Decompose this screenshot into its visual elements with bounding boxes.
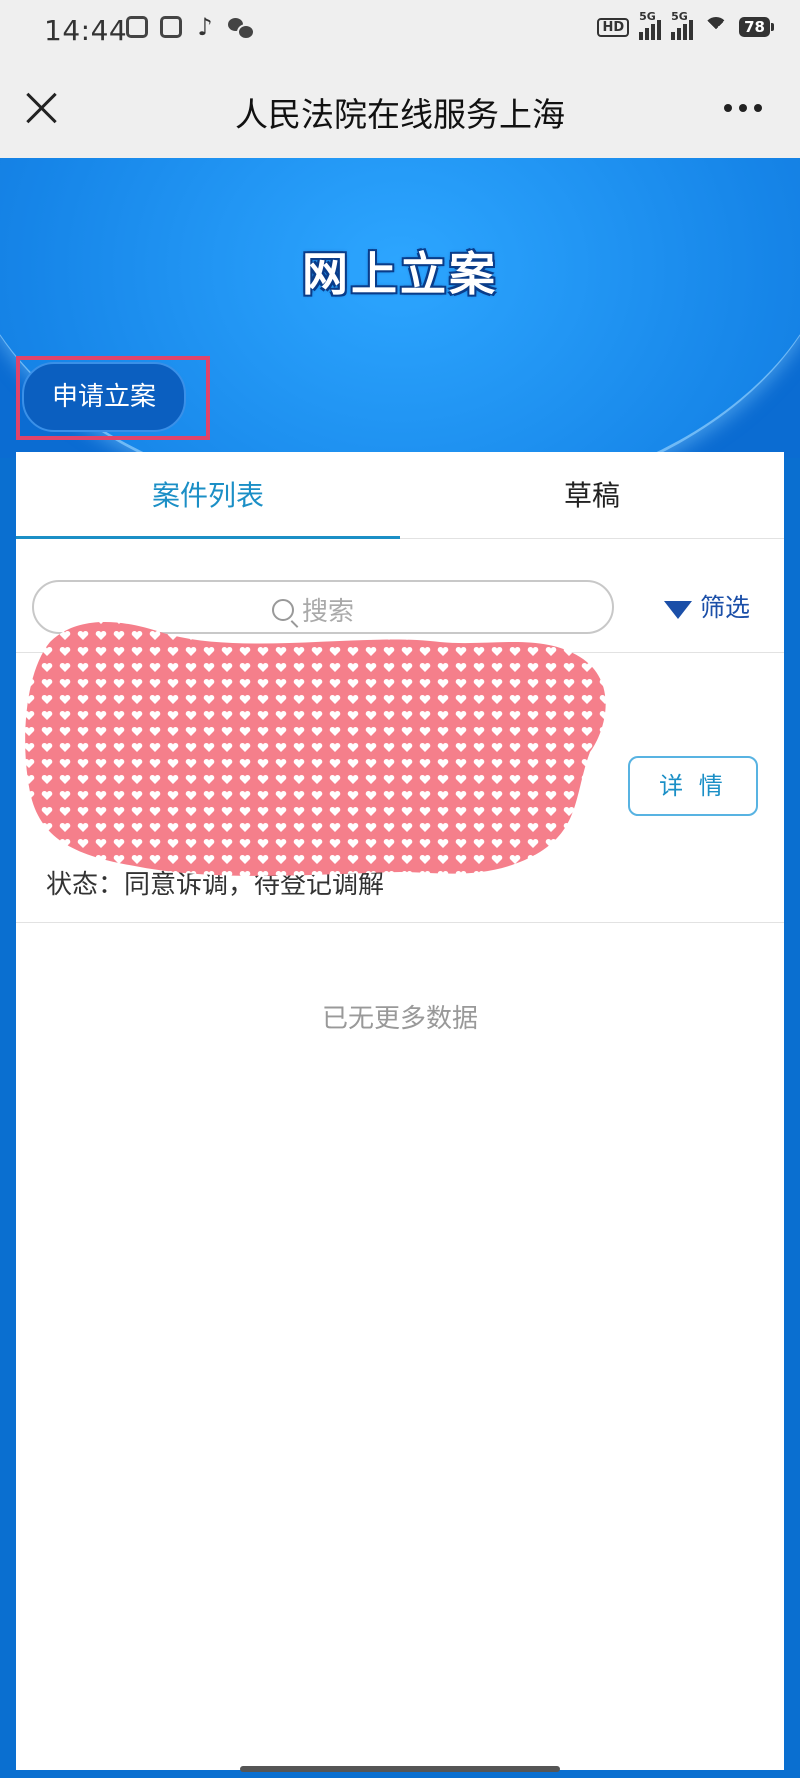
signal-icon: 5G xyxy=(639,10,662,40)
filter-label: 筛选 xyxy=(700,593,751,622)
apply-case-button[interactable]: 申请立案 xyxy=(22,362,186,432)
system-icons: HD 5G 5G 78 xyxy=(597,10,774,41)
tab-case-list[interactable]: 案件列表 xyxy=(16,452,400,539)
list-end-text: 已无更多数据 xyxy=(321,1004,478,1034)
home-indicator[interactable] xyxy=(240,1766,560,1772)
case-panel: 案件列表 草稿 搜索 筛选 详 情 状态：同意诉调，待登记调解 已无更多数据 xyxy=(16,452,784,1770)
signal-label: 5G xyxy=(639,10,656,23)
more-options-icon[interactable] xyxy=(724,104,762,112)
signal-label-2: 5G xyxy=(671,10,688,23)
signal-icon-2: 5G xyxy=(671,10,694,40)
wechat-icon xyxy=(228,16,255,40)
filter-button[interactable]: 筛选 xyxy=(664,588,750,624)
tab-drafts[interactable]: 草稿 xyxy=(400,452,784,538)
wifi-icon xyxy=(703,17,729,41)
battery-icon: 78 xyxy=(739,17,774,37)
divider-2 xyxy=(16,922,784,923)
status-bar: 14:44 ♪ HD 5G 5G 78 xyxy=(0,0,800,62)
app-icon xyxy=(160,16,182,38)
title-bar: 人民法院在线服务上海 xyxy=(0,62,800,158)
page-title: 人民法院在线服务上海 xyxy=(235,95,565,134)
status-time: 14:44 xyxy=(44,14,128,47)
redaction-overlay xyxy=(25,622,606,876)
detail-button[interactable]: 详 情 xyxy=(628,756,758,816)
notification-icons: ♪ xyxy=(126,13,255,41)
bilibili-icon xyxy=(126,16,148,38)
filter-icon xyxy=(664,601,692,619)
tab-bar: 案件列表 草稿 xyxy=(16,452,784,539)
hd-icon: HD xyxy=(597,17,630,37)
tiktok-icon: ♪ xyxy=(197,13,213,41)
banner-title: 网上立案 xyxy=(302,247,498,301)
